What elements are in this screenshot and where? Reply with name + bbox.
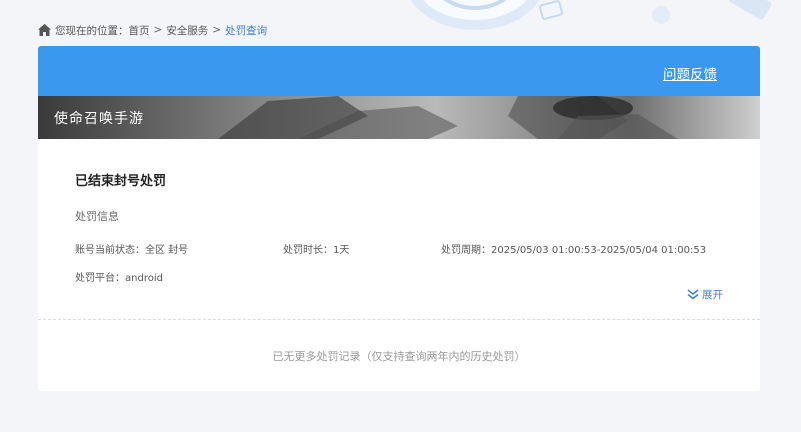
decoration-shape bbox=[727, 0, 773, 21]
breadcrumb: 您现在的位置： 首页 > 安全服务 > 处罚查询 bbox=[38, 22, 267, 38]
breadcrumb-home-link[interactable]: 首页 bbox=[129, 23, 150, 38]
double-chevron-down-icon bbox=[687, 289, 699, 300]
breadcrumb-current: 处罚查询 bbox=[225, 24, 268, 37]
breadcrumb-prefix: 您现在的位置： bbox=[55, 24, 129, 37]
feedback-link[interactable]: 问题反馈 bbox=[663, 63, 717, 83]
penalty-period: 处罚周期：2025/05/03 01:00:53-2025/05/04 01:0… bbox=[441, 245, 707, 256]
expand-button[interactable]: 展开 bbox=[687, 287, 723, 302]
penalty-duration: 处罚时长：1天 bbox=[283, 245, 350, 256]
penalty-platform: 处罚平台：android bbox=[75, 273, 163, 284]
penalty-info-label: 处罚信息 bbox=[75, 210, 119, 223]
home-icon bbox=[38, 24, 51, 36]
no-more-records-text: 已无更多处罚记录（仅支持查询两年内的历史处罚） bbox=[272, 350, 526, 363]
breadcrumb-separator: > bbox=[153, 24, 163, 36]
breadcrumb-security-link[interactable]: 安全服务 bbox=[166, 23, 208, 38]
divider bbox=[38, 319, 760, 320]
penalty-status-title: 已结束封号处罚 bbox=[75, 174, 167, 189]
decoration-badge bbox=[538, 0, 564, 21]
card-header: 问题反馈 bbox=[38, 46, 760, 96]
banner-artwork bbox=[218, 96, 678, 139]
game-banner: 使命召唤手游 bbox=[38, 96, 760, 139]
breadcrumb-separator: > bbox=[212, 24, 222, 36]
penalty-info-row: 账号当前状态：全区 封号 处罚时长：1天 处罚周期：2025/05/03 01:… bbox=[75, 241, 723, 256]
record-content: 已结束封号处罚 处罚信息 账号当前状态：全区 封号 处罚时长：1天 处罚周期：2… bbox=[38, 170, 760, 284]
expand-label: 展开 bbox=[702, 289, 723, 301]
decoration-dot bbox=[652, 6, 670, 24]
game-title: 使命召唤手游 bbox=[54, 111, 144, 127]
account-status: 账号当前状态：全区 封号 bbox=[75, 245, 189, 256]
penalty-card: 问题反馈 使命召唤手游 已结束封号处罚 处罚信息 账号当前状态：全区 封号 处罚… bbox=[38, 46, 760, 391]
